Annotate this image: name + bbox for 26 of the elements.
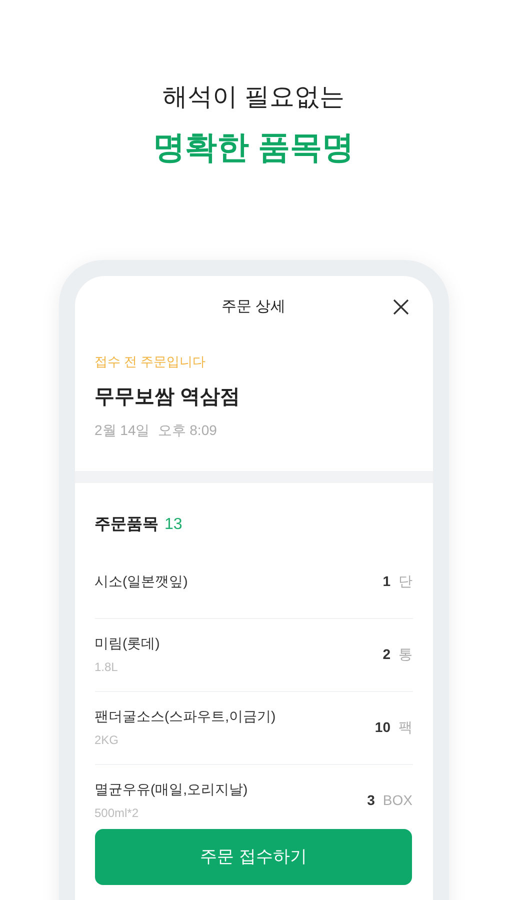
item-quantity: 3 (367, 791, 375, 810)
item-spec: 1.8L (94, 659, 119, 676)
order-date: 2월 14일 (94, 420, 150, 440)
items-heading: 주문품목 (94, 514, 158, 534)
items-count: 13 (164, 514, 182, 534)
item-quantity: 2 (382, 645, 390, 664)
item-unit: 단 (398, 572, 412, 590)
item-quantity: 1 (382, 572, 390, 590)
item-unit: 통 (398, 645, 412, 664)
headline-title: 명확한 품목명 (153, 128, 354, 167)
item-name: 팬더굴소스(스파우트,이금기) (94, 707, 276, 726)
item-unit: BOX (382, 791, 412, 810)
accept-order-button[interactable]: 주문 접수하기 (95, 829, 412, 885)
order-status: 접수 전 주문입니다 (94, 353, 207, 371)
item-name: 시소(일본깻잎) (94, 572, 188, 591)
item-unit: 팩 (398, 718, 412, 737)
headline-subtitle: 해석이 필요없는 (162, 82, 344, 113)
item-spec: 500ml*2 (94, 805, 140, 822)
item-quantity: 10 (374, 718, 390, 737)
store-name: 무무보쌈 역삼점 (94, 384, 242, 410)
screen-title: 주문 상세 (221, 296, 286, 317)
close-icon[interactable] (392, 299, 408, 315)
item-name: 미림(롯데) (94, 634, 160, 653)
item-spec: 2KG (94, 732, 120, 749)
order-time: 오후 8:09 (158, 420, 217, 440)
item-name: 멸균우유(매일,오리지날) (94, 780, 248, 799)
